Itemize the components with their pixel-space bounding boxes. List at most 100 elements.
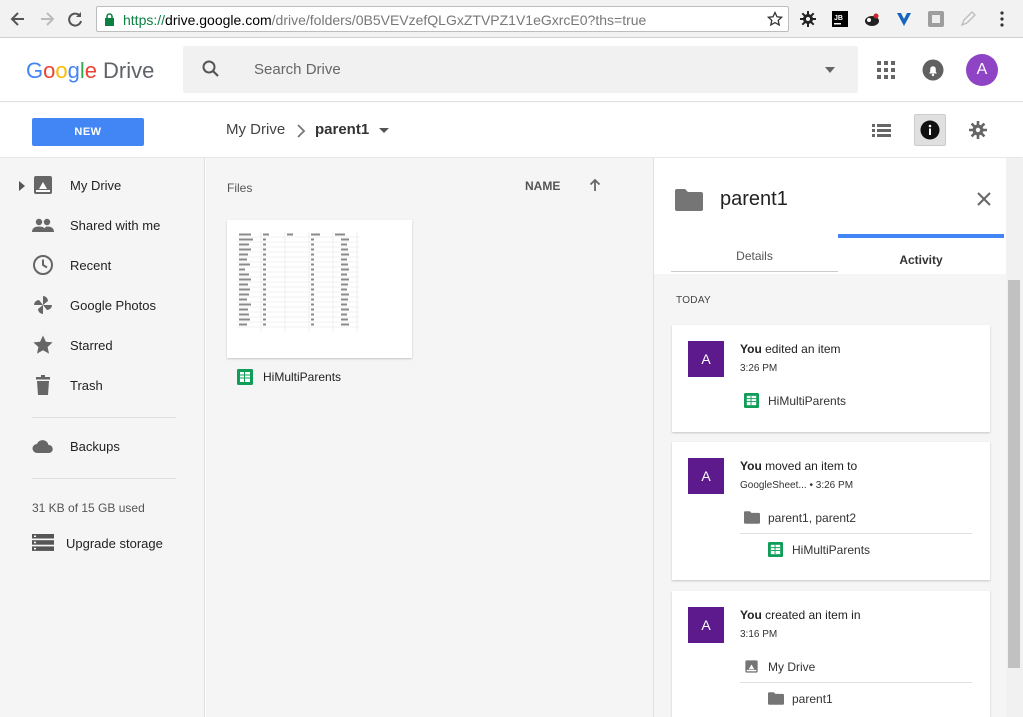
activity-file-name: HiMultiParents: [792, 543, 871, 557]
sidebar-item-label: My Drive: [70, 178, 122, 193]
search-icon[interactable]: [201, 59, 221, 79]
folder-menu-dropdown-icon[interactable]: [378, 127, 390, 134]
trash-icon: [36, 375, 50, 395]
star-icon: [33, 335, 53, 354]
svg-text:JB: JB: [834, 15, 843, 22]
notifications-bell-icon[interactable]: [922, 59, 944, 81]
sidebar-item-trash[interactable]: Trash: [0, 366, 205, 406]
spreadsheet-thumbnail-image: [237, 232, 359, 332]
sidebar-item-google-photos[interactable]: Google Photos: [0, 286, 205, 326]
file-browser: Files NAME HiMultiParents: [206, 158, 653, 717]
activity-file-name: HiMultiParents: [768, 394, 847, 408]
sidebar-item-recent[interactable]: Recent: [0, 246, 205, 286]
breadcrumb-current-folder[interactable]: parent1: [315, 121, 369, 138]
bookmark-star-icon[interactable]: [767, 11, 783, 27]
settings-gear-icon[interactable]: [968, 120, 988, 140]
search-options-dropdown-icon[interactable]: [824, 66, 836, 74]
activity-destination-folders[interactable]: parent1, parent2: [744, 510, 944, 528]
new-button[interactable]: NEW: [32, 118, 144, 146]
breadcrumb-chevron-icon: [297, 124, 306, 138]
breadcrumb-my-drive[interactable]: My Drive: [226, 121, 285, 138]
sort-ascending-arrow-icon[interactable]: [589, 178, 601, 192]
upgrade-storage-link[interactable]: Upgrade storage: [32, 532, 202, 556]
files-section-label: Files: [227, 181, 253, 195]
apps-grid-icon[interactable]: [876, 60, 896, 80]
jetbrains-extension-icon[interactable]: JB: [831, 10, 849, 28]
activity-card: A You edited an item 3:26 PM HiMultiPare…: [672, 325, 990, 432]
back-icon[interactable]: [8, 9, 28, 29]
sidebar-item-label: Shared with me: [70, 218, 161, 233]
pinwheel-icon: [34, 296, 52, 314]
browser-menu-icon[interactable]: [993, 10, 1011, 28]
scrollbar-thumb[interactable]: [1008, 280, 1020, 668]
my-drive-icon: [745, 660, 758, 673]
drive-header: Google Drive Search Drive A: [0, 38, 1023, 102]
list-view-icon[interactable]: [872, 123, 891, 138]
upgrade-storage-label: Upgrade storage: [66, 536, 163, 551]
file-name[interactable]: HiMultiParents: [263, 370, 341, 384]
square-extension-icon[interactable]: [927, 10, 945, 28]
folder-icon: [675, 189, 703, 211]
activity-folder-link[interactable]: parent1: [768, 691, 968, 709]
activity-card: A You created an item in 3:16 PM My Driv…: [672, 591, 990, 717]
forward-icon[interactable]: [37, 9, 57, 29]
activity-file-link[interactable]: HiMultiParents: [744, 393, 944, 411]
activity-card: A You moved an item to GoogleSheet... • …: [672, 442, 990, 580]
google-drive-logo[interactable]: Google Drive: [26, 58, 154, 84]
browser-toolbar: https://drive.google.com/drive/folders/0…: [0, 0, 1023, 38]
people-icon: [32, 218, 54, 232]
my-drive-icon: [34, 176, 52, 194]
sidebar-item-label: Starred: [70, 338, 113, 353]
activity-feed: TODAY A You edited an item 3:26 PM HiMul…: [654, 274, 1009, 717]
storage-icon: [32, 534, 54, 551]
sidebar-item-label: Backups: [70, 439, 120, 454]
activity-time: GoogleSheet... • 3:26 PM: [740, 480, 854, 491]
date-section-label: TODAY: [676, 295, 712, 306]
url-text: https://drive.google.com/drive/folders/0…: [123, 12, 647, 28]
sort-by-name-header[interactable]: NAME: [525, 179, 560, 193]
clock-icon: [33, 255, 53, 275]
close-icon[interactable]: [977, 192, 991, 206]
sidebar-item-backups[interactable]: Backups: [0, 427, 205, 467]
sidebar-item-starred[interactable]: Starred: [0, 326, 205, 366]
lock-icon: [105, 13, 114, 26]
sidebar: My Drive Shared with me Recent Google Ph…: [0, 158, 205, 717]
details-panel: parent1 Details Activity TODAY A You edi…: [653, 158, 1023, 717]
google-sheets-icon: [744, 393, 759, 408]
search-placeholder: Search Drive: [254, 61, 341, 78]
google-sheets-icon: [237, 369, 253, 385]
activity-time: 3:16 PM: [740, 629, 778, 640]
details-toggle-button[interactable]: [914, 114, 946, 146]
folder-icon: [744, 511, 760, 524]
file-thumbnail-card[interactable]: [227, 220, 412, 358]
search-input[interactable]: Search Drive: [183, 46, 858, 93]
pencil-extension-icon[interactable]: [959, 10, 977, 28]
tab-details[interactable]: Details: [671, 234, 838, 272]
cow-extension-icon[interactable]: [863, 10, 881, 28]
tab-activity[interactable]: Activity: [838, 234, 1004, 272]
activity-title: You created an item in: [740, 608, 861, 622]
activity-location-link[interactable]: My Drive: [744, 659, 944, 677]
google-sheets-icon: [768, 542, 783, 557]
vee-extension-icon[interactable]: [895, 10, 913, 28]
activity-time: 3:26 PM: [740, 363, 778, 374]
sidebar-divider: [32, 478, 176, 479]
activity-folder-name: parent1: [792, 692, 833, 706]
sidebar-item-label: Recent: [70, 258, 112, 273]
sidebar-item-label: Google Photos: [70, 298, 157, 313]
activity-title: You moved an item to: [740, 459, 858, 473]
gear-extension-icon[interactable]: [799, 10, 817, 28]
panel-title: parent1: [720, 188, 788, 210]
cloud-icon: [32, 440, 53, 453]
address-bar[interactable]: https://drive.google.com/drive/folders/0…: [96, 6, 789, 32]
activity-divider: [740, 533, 972, 534]
activity-location-name: My Drive: [768, 660, 816, 674]
reload-icon[interactable]: [65, 9, 85, 29]
activity-title: You edited an item: [740, 342, 841, 356]
sidebar-item-my-drive[interactable]: My Drive: [0, 166, 205, 206]
avatar: A: [688, 341, 724, 377]
avatar: A: [688, 607, 724, 643]
account-avatar[interactable]: A: [966, 54, 998, 86]
sidebar-item-shared-with-me[interactable]: Shared with me: [0, 206, 205, 246]
activity-file-link[interactable]: HiMultiParents: [768, 542, 968, 560]
